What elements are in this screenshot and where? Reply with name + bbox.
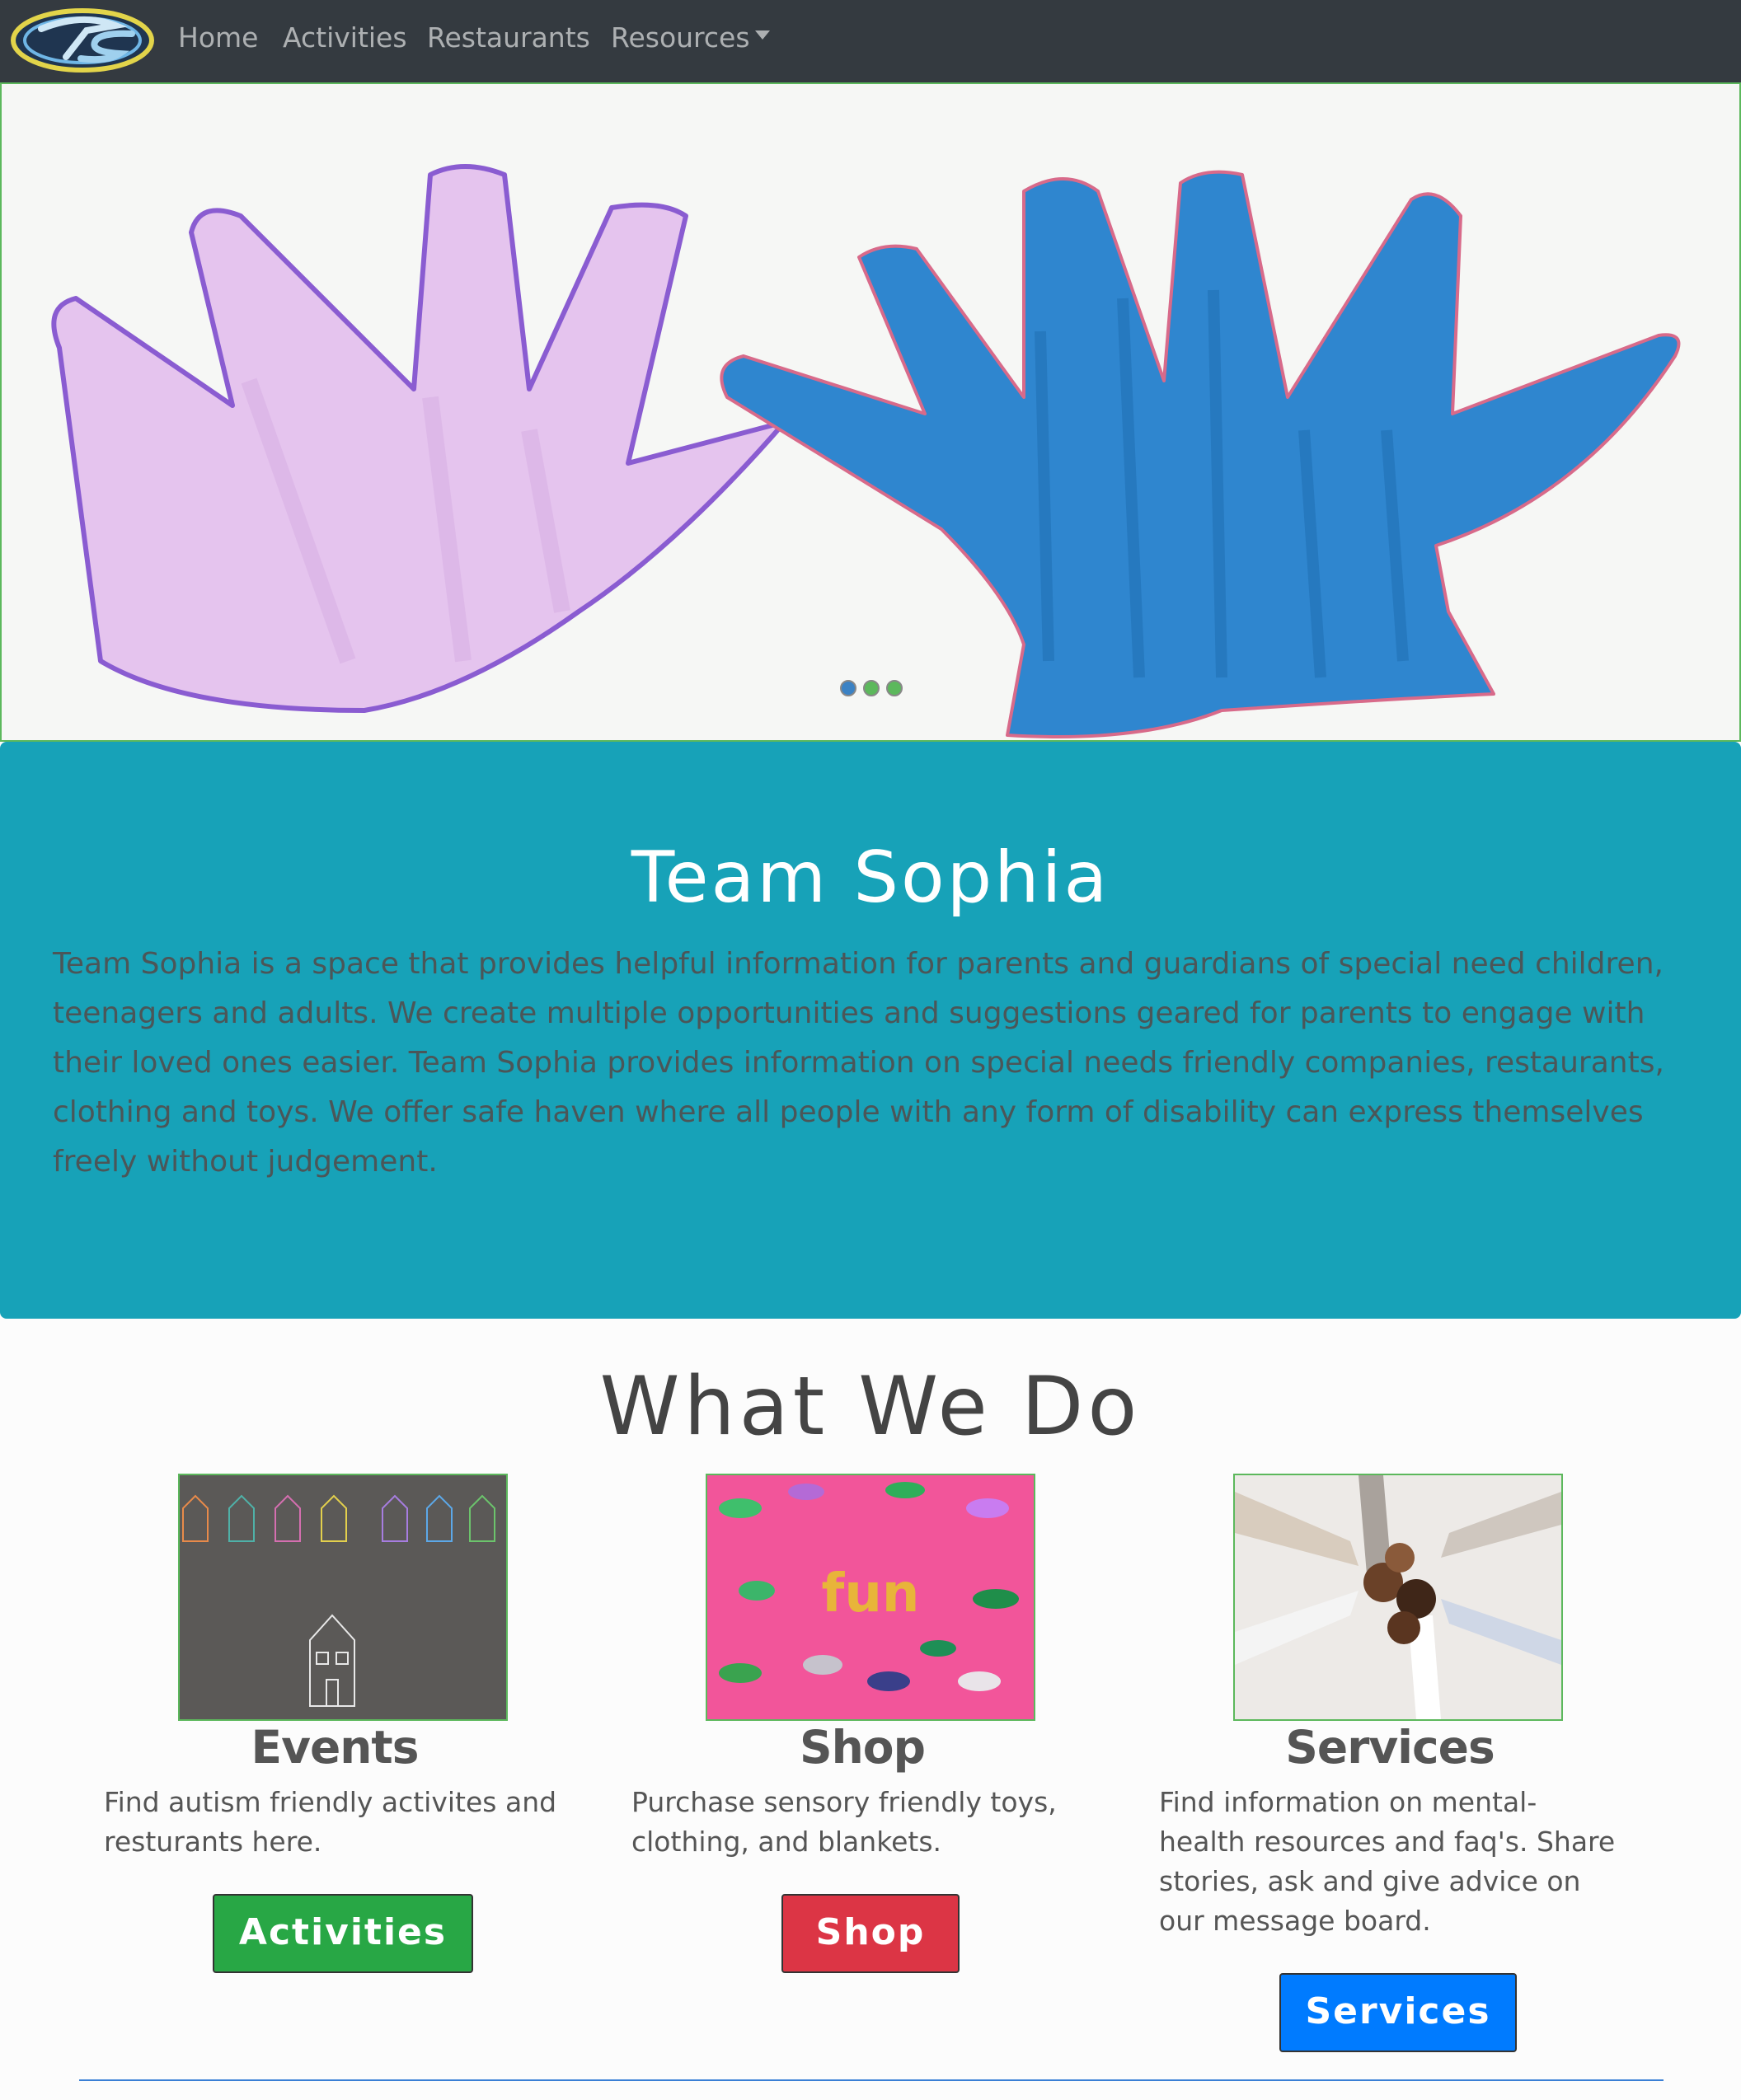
- shop-button[interactable]: Shop: [781, 1894, 960, 1973]
- services-text: Find information on mental-health resour…: [1159, 1786, 1616, 1937]
- events-image: [178, 1474, 508, 1721]
- nav-home[interactable]: Home: [178, 21, 258, 54]
- nav-activities[interactable]: Activities: [283, 21, 407, 54]
- intro-jumbotron: Team Sophia Team Sophia is a space that …: [0, 742, 1741, 1319]
- caret-down-icon: [754, 30, 770, 40]
- activities-button[interactable]: Activities: [213, 1894, 473, 1973]
- shop-title: Shop: [800, 1721, 926, 1774]
- carousel-dot-2[interactable]: [863, 680, 880, 696]
- hero-carousel[interactable]: [0, 82, 1741, 742]
- carousel-dot-3[interactable]: [886, 680, 903, 696]
- fun-letters: fun: [822, 1563, 920, 1624]
- nav-resources-label: Resources: [611, 21, 750, 54]
- jumbotron-text: Team Sophia is a space that provides hel…: [53, 947, 1664, 1179]
- services-image: [1233, 1474, 1563, 1721]
- nav-restaurants[interactable]: Restaurants: [427, 21, 590, 54]
- jumbotron-title: Team Sophia: [631, 837, 1110, 919]
- carousel-indicators: [840, 680, 906, 698]
- what-we-do-title: What We Do: [599, 1360, 1142, 1454]
- shop-text: Purchase sensory friendly toys, clothing…: [631, 1786, 1057, 1858]
- events-title: Events: [251, 1721, 420, 1774]
- ts-logo-icon[interactable]: [8, 4, 157, 77]
- events-text: Find autism friendly activites and restu…: [104, 1786, 557, 1858]
- services-title: Services: [1285, 1721, 1495, 1774]
- shop-image: fun: [706, 1474, 1035, 1721]
- services-button[interactable]: Services: [1279, 1973, 1517, 2052]
- handprints-illustration: [2, 84, 1739, 740]
- nav-resources-dropdown[interactable]: Resources: [611, 21, 770, 54]
- section-divider: [79, 2079, 1664, 2081]
- navbar: Home Activities Restaurants Resources: [0, 0, 1741, 82]
- carousel-dot-1[interactable]: [840, 680, 856, 696]
